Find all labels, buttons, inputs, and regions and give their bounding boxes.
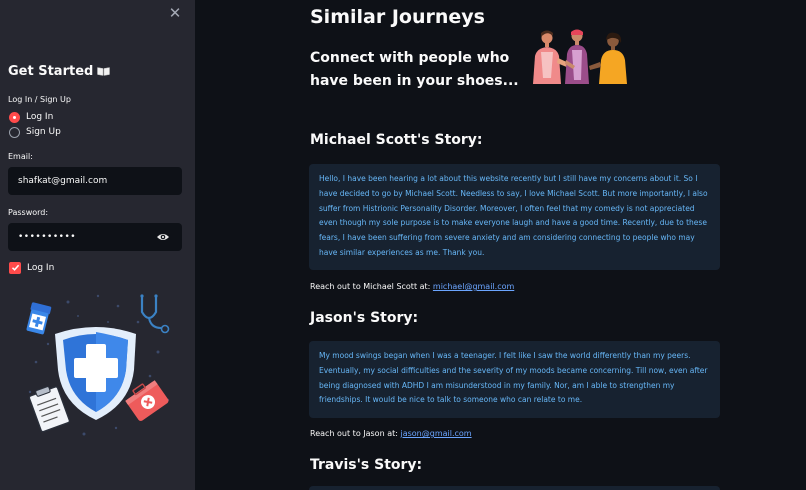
story-box-jason: My mood swings began when I was a teenag… (309, 341, 720, 418)
story-heading-jason: Jason's Story: (310, 310, 419, 326)
sidebar-title: Get Started (8, 64, 111, 79)
radio-sign-up[interactable]: Sign Up (9, 126, 61, 138)
story-heading-michael: Michael Scott's Story: (310, 132, 483, 148)
checkmark-icon (11, 264, 19, 271)
page-title: Similar Journeys (310, 6, 485, 28)
email-link-jason[interactable]: jason@gmail.com (400, 429, 471, 438)
email-label: Email: (8, 152, 33, 161)
book-icon (97, 67, 111, 76)
people-connecting-illustration (533, 29, 627, 84)
sidebar-title-text: Get Started (8, 64, 94, 79)
password-field-value: •••••••••• (18, 232, 77, 242)
email-field-value: shafkat@gmail.com (18, 176, 108, 186)
login-checkbox[interactable]: Log In (9, 261, 54, 274)
email-link-michael[interactable]: michael@gmail.com (433, 282, 514, 291)
email-field[interactable]: shafkat@gmail.com (8, 167, 182, 195)
reach-out-michael: Reach out to Michael Scott at: michael@g… (310, 282, 514, 291)
reach-out-jason-prefix: Reach out to Jason at: (310, 429, 398, 438)
story-box-michael: Hello, I have been hearing a lot about t… (309, 164, 720, 270)
radio-log-in-label: Log In (26, 112, 54, 122)
sidebar: ✕ Get Started Log In / Sign Up Log In Si… (0, 0, 195, 490)
story-box-travis (309, 486, 720, 490)
auth-mode-label: Log In / Sign Up (8, 95, 71, 104)
subtitle-line-2: have been in your shoes... (310, 73, 519, 89)
password-field[interactable]: •••••••••• (8, 223, 182, 251)
main-content: Similar Journeys Connect with people who… (195, 0, 806, 490)
radio-log-in-indicator[interactable] (9, 111, 20, 123)
reach-out-jason: Reach out to Jason at: jason@gmail.com (310, 429, 472, 438)
page-subtitle: Connect with people who have been in you… (310, 47, 519, 93)
radio-log-in[interactable]: Log In (9, 111, 53, 123)
radio-sign-up-indicator[interactable] (9, 126, 20, 138)
medical-shield-illustration (26, 294, 170, 436)
subtitle-line-1: Connect with people who (310, 50, 510, 66)
login-checkbox-box[interactable] (9, 261, 21, 274)
password-label: Password: (8, 208, 49, 217)
story-heading-travis: Travis's Story: (310, 457, 423, 473)
eye-icon[interactable] (156, 232, 170, 242)
radio-sign-up-label: Sign Up (26, 127, 61, 137)
close-sidebar-button[interactable]: ✕ (166, 4, 184, 22)
login-checkbox-label: Log In (27, 262, 55, 273)
reach-out-michael-prefix: Reach out to Michael Scott at: (310, 282, 431, 291)
